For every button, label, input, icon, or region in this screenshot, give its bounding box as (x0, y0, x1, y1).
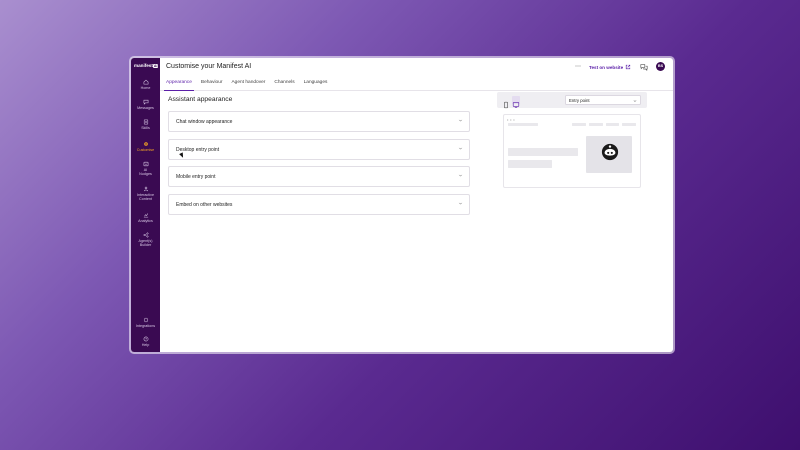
sidebar-item-label: Help (141, 343, 150, 347)
sidebar-item-integrations[interactable]: Integrations (131, 317, 160, 328)
accordion-mobile-entry-point[interactable]: Mobile entry point (168, 166, 470, 187)
sidebar-item-home[interactable]: Home (131, 79, 160, 90)
preview-toolbar: Entry point (497, 92, 647, 109)
sidebar-item-label: AI Nudges (139, 168, 152, 177)
tab-appearance[interactable]: Appearance (164, 76, 200, 91)
sidebar-item-label: Agent(s) Builder (138, 239, 153, 248)
test-on-website-button[interactable]: Test on website (589, 64, 631, 70)
home-icon (143, 79, 148, 85)
sidebar-item-analytics[interactable]: Analytics (131, 212, 160, 223)
chat-bubbles-icon[interactable] (640, 63, 648, 71)
entry-point-preview-card (586, 136, 632, 173)
entry-point-select[interactable]: Entry point (565, 95, 641, 105)
chevron-down-icon (459, 174, 462, 177)
website-preview-mockup: • • • (503, 114, 641, 188)
page-title: Customise your Manifest AI (166, 63, 252, 70)
tab-behaviour[interactable]: Behaviour (201, 76, 231, 90)
brand-ai-badge: AI (153, 64, 158, 68)
accordion-label: Embed on other websites (176, 202, 233, 208)
user-avatar[interactable]: BS (656, 62, 665, 71)
agents-builder-icon (143, 232, 148, 238)
accordion-desktop-entry-point[interactable]: Desktop entry point (168, 139, 470, 160)
integrations-icon (143, 317, 148, 323)
brand-name: manifest (134, 63, 153, 68)
desktop-preview-button[interactable] (512, 96, 520, 108)
chevron-down-icon (459, 119, 462, 122)
main-area: Customise your Manifest AI ⋯ Test on web… (160, 58, 673, 352)
placeholder-bar (508, 123, 538, 126)
test-on-website-label: Test on website (589, 64, 624, 70)
tab-channels[interactable]: Channels (274, 76, 302, 90)
external-link-icon (625, 64, 631, 70)
mobile-icon (504, 101, 508, 109)
placeholder-bar (622, 123, 636, 126)
placeholder-bar (606, 123, 619, 126)
sidebar-item-customise[interactable]: Customise (131, 141, 160, 152)
sidebar-item-messages[interactable]: Messages (131, 99, 160, 110)
chevron-down-icon (633, 99, 637, 102)
browser-dots-icon: • • • (507, 117, 515, 122)
assistant-avatar-icon[interactable] (601, 143, 619, 161)
help-icon (143, 336, 148, 342)
sidebar-item-agents-builder[interactable]: Agent(s) Builder (131, 232, 160, 247)
sidebar-item-label: Interactive Content (136, 193, 154, 202)
placeholder-bar (508, 160, 552, 168)
analytics-icon (143, 213, 148, 218)
customise-icon (143, 142, 148, 146)
brand-logo: manifestAI (134, 63, 158, 68)
placeholder-bar (508, 148, 578, 156)
top-bar: Customise your Manifest AI ⋯ Test on web… (160, 58, 673, 91)
accordion-embed-on-other-websites[interactable]: Embed on other websites (168, 194, 470, 215)
sidebar-item-interactive-content[interactable]: Interactive Content (131, 186, 160, 201)
entry-point-select-value: Entry point (569, 98, 590, 104)
sidebar-item-label: Skills (141, 126, 150, 130)
desktop-icon (512, 102, 520, 108)
sidebar-item-label: Customise (136, 148, 155, 152)
interactive-content-icon (143, 186, 148, 192)
sidebar-item-ai-nudges[interactable]: AI Nudges (131, 161, 160, 176)
placeholder-bar (589, 123, 603, 126)
accordion-label: Chat window appearance (176, 119, 233, 125)
sidebar-item-skills[interactable]: Skills (131, 119, 160, 130)
tab-bar: Appearance Behaviour Agent handover Chan… (164, 76, 336, 91)
tab-languages[interactable]: Languages (304, 76, 336, 90)
skills-icon (143, 119, 148, 125)
accordion-chat-window-appearance[interactable]: Chat window appearance (168, 111, 470, 132)
section-title: Assistant appearance (168, 96, 233, 103)
ai-nudges-icon (143, 161, 148, 167)
sidebar-item-label: Analytics (138, 219, 153, 223)
placeholder-bar (572, 123, 586, 126)
sidebar-item-label: Messages (137, 106, 154, 110)
more-options-icon[interactable]: ⋯ (575, 63, 582, 70)
chevron-down-icon (459, 202, 462, 205)
sidebar-item-label: Home (140, 86, 151, 90)
chevron-down-icon (459, 147, 462, 150)
mobile-preview-button[interactable] (502, 96, 510, 109)
app-window: manifestAI Home Messages Skills Customis… (131, 58, 673, 352)
tab-agent-handover[interactable]: Agent handover (231, 76, 273, 90)
sidebar-item-label: Integrations (135, 324, 156, 328)
accordion-label: Mobile entry point (176, 174, 216, 180)
messages-icon (143, 99, 148, 105)
sidebar-item-help[interactable]: Help (131, 336, 160, 347)
sidebar: manifestAI Home Messages Skills Customis… (131, 58, 160, 352)
